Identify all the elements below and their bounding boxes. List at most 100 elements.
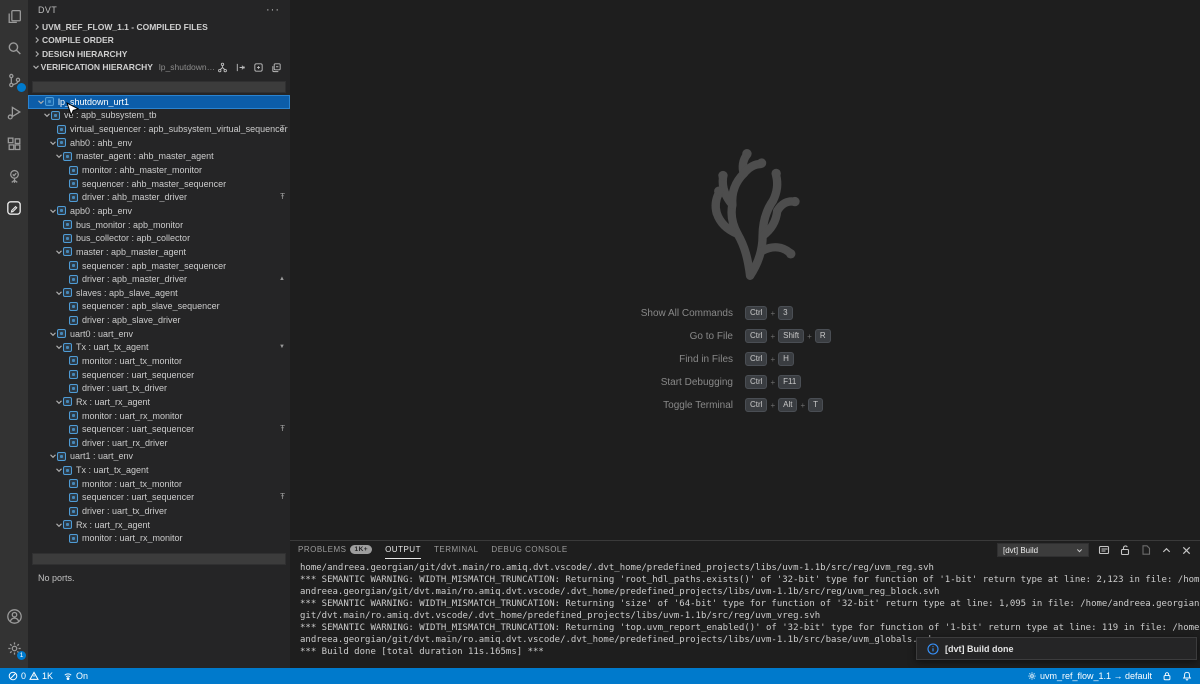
tree-item[interactable]: bus_collector : apb_collector bbox=[28, 231, 290, 245]
key-chip: Ctrl bbox=[745, 375, 767, 389]
tree-item-label: ahb0 : ahb_env bbox=[70, 138, 132, 148]
tree-item[interactable]: Tx : uart_tx_agent▼ bbox=[28, 341, 290, 355]
remote-status[interactable]: On bbox=[63, 668, 88, 684]
tree-item[interactable]: master : apb_master_agent bbox=[28, 245, 290, 259]
tree-item[interactable]: virtual_sequencer : apb_subsystem_virtua… bbox=[28, 122, 290, 136]
tree-item[interactable]: slaves : apb_slave_agent bbox=[28, 286, 290, 300]
chevron-right-icon bbox=[32, 50, 42, 58]
settings-gear-icon[interactable]: 1 bbox=[0, 632, 28, 664]
panel-tab-output[interactable]: OUTPUT bbox=[385, 541, 421, 559]
lock-status[interactable] bbox=[1162, 671, 1172, 681]
hierarchy-graph-icon[interactable] bbox=[217, 62, 228, 73]
tree-item[interactable]: sequencer : uart_sequencerŦ bbox=[28, 491, 290, 505]
chevron-down-icon[interactable] bbox=[48, 330, 57, 338]
tree-item[interactable]: monitor : uart_rx_monitor bbox=[28, 532, 290, 546]
close-panel-icon[interactable] bbox=[1181, 545, 1192, 556]
chevron-down-icon[interactable] bbox=[54, 398, 63, 406]
section-header-design-hierarchy[interactable]: DESIGN HIERARCHY bbox=[28, 47, 290, 61]
panel-tab-debug-console[interactable]: DEBUG CONSOLE bbox=[491, 541, 567, 559]
tree-item[interactable]: lp_shutdown_urt1 bbox=[28, 95, 290, 109]
tree-item[interactable]: ve : apb_subsystem_tb bbox=[28, 109, 290, 123]
tree-item[interactable]: Tx : uart_tx_agent bbox=[28, 463, 290, 477]
notifications-status[interactable] bbox=[1182, 671, 1192, 681]
chevron-down-icon[interactable] bbox=[54, 289, 63, 297]
tree-item[interactable]: sequencer : ahb_master_sequencer bbox=[28, 177, 290, 191]
section-header-verification-hierarchy[interactable]: VERIFICATION HIERARCHYlp_shutdown_urt1 bbox=[28, 61, 290, 75]
uvm-component-icon bbox=[69, 370, 78, 379]
key-chip: F11 bbox=[778, 375, 801, 389]
dvt-extension-icon[interactable] bbox=[0, 192, 28, 224]
tree-item-label: driver : ahb_master_driver bbox=[82, 192, 187, 202]
source-control-icon[interactable] bbox=[0, 64, 28, 96]
section-header-compile-order[interactable]: COMPILE ORDER bbox=[28, 34, 290, 48]
tree-item[interactable]: driver : apb_master_driver▲ bbox=[28, 272, 290, 286]
chevron-down-icon[interactable] bbox=[54, 248, 63, 256]
tree-item-label: sequencer : ahb_master_sequencer bbox=[82, 179, 226, 189]
tree-item[interactable]: driver : ahb_master_driver Ŧ bbox=[28, 190, 290, 204]
settings-badge: 1 bbox=[17, 651, 26, 660]
tree-item[interactable]: driver : apb_slave_driver bbox=[28, 313, 290, 327]
uvm-component-icon bbox=[57, 206, 66, 215]
open-diagram-icon[interactable] bbox=[253, 62, 264, 73]
collapse-all-icon[interactable] bbox=[271, 62, 282, 73]
tree-item[interactable]: sequencer : uart_sequencerŦ bbox=[28, 422, 290, 436]
dvt-project-status[interactable]: uvm_ref_flow_1.1 → default bbox=[1027, 671, 1152, 681]
testing-icon[interactable] bbox=[0, 160, 28, 192]
tree-item[interactable]: driver : uart_tx_driver bbox=[28, 381, 290, 395]
section-label: DESIGN HIERARCHY bbox=[42, 49, 127, 59]
tree-item[interactable]: driver : uart_rx_driver bbox=[28, 436, 290, 450]
panel-tab-problems[interactable]: PROBLEMS1K+ bbox=[298, 541, 372, 559]
hierarchy-filter-input[interactable] bbox=[32, 81, 286, 93]
chevron-down-icon[interactable] bbox=[42, 111, 51, 119]
tree-item[interactable]: monitor : uart_tx_monitor bbox=[28, 354, 290, 368]
unlock-icon[interactable] bbox=[1119, 544, 1131, 556]
tree-item[interactable]: bus_monitor : apb_monitor bbox=[28, 218, 290, 232]
tree-item[interactable]: monitor : uart_rx_monitor bbox=[28, 409, 290, 423]
panel-tab-terminal[interactable]: TERMINAL bbox=[434, 541, 478, 559]
ports-filter-input[interactable] bbox=[32, 553, 286, 565]
search-icon[interactable] bbox=[0, 32, 28, 64]
uvm-component-icon bbox=[57, 329, 66, 338]
run-debug-icon[interactable] bbox=[0, 96, 28, 128]
tree-item[interactable]: Rx : uart_rx_agent bbox=[28, 518, 290, 532]
chevron-down-icon[interactable] bbox=[54, 152, 63, 160]
chevron-down-icon[interactable] bbox=[54, 343, 63, 351]
tree-item[interactable]: apb0 : apb_env bbox=[28, 204, 290, 218]
tree-item[interactable]: monitor : uart_tx_monitor bbox=[28, 477, 290, 491]
tree-item-label: monitor : uart_rx_monitor bbox=[82, 533, 183, 543]
pin-marker-icon: Ŧ bbox=[280, 193, 285, 201]
explorer-icon[interactable] bbox=[0, 0, 28, 32]
tree-item-label: monitor : uart_tx_monitor bbox=[82, 356, 182, 366]
chevron-down-icon[interactable] bbox=[48, 452, 57, 460]
shortcut-hint: Go to FileCtrl+Shift+R bbox=[290, 329, 1200, 343]
tree-item[interactable]: ahb0 : ahb_env bbox=[28, 136, 290, 150]
maximize-panel-icon[interactable] bbox=[1161, 545, 1172, 556]
tree-item[interactable]: sequencer : uart_sequencer bbox=[28, 368, 290, 382]
tree-item[interactable]: sequencer : apb_slave_sequencer bbox=[28, 300, 290, 314]
chevron-down-icon[interactable] bbox=[48, 139, 57, 147]
chevron-down-icon[interactable] bbox=[54, 521, 63, 529]
problems-status[interactable]: 0 1K bbox=[8, 668, 53, 684]
tree-item[interactable]: Rx : uart_rx_agent bbox=[28, 395, 290, 409]
tree-item[interactable]: uart0 : uart_env bbox=[28, 327, 290, 341]
account-icon[interactable] bbox=[0, 600, 28, 632]
output-channel-select[interactable]: [dvt] Build bbox=[997, 543, 1089, 557]
chevron-down-icon[interactable] bbox=[36, 98, 45, 106]
tree-item[interactable]: master_agent : ahb_master_agent bbox=[28, 150, 290, 164]
tree-item-label: uart0 : uart_env bbox=[70, 329, 133, 339]
section-header-uvm-ref-flow-1-1-compiled-files[interactable]: UVM_REF_FLOW_1.1 - COMPILED FILES bbox=[28, 20, 290, 34]
more-actions-icon[interactable]: ··· bbox=[266, 4, 280, 16]
tree-item[interactable]: uart1 : uart_env bbox=[28, 450, 290, 464]
tree-item[interactable]: driver : uart_tx_driver bbox=[28, 504, 290, 518]
output-line: andreea.georgian/git/dvt.main/ro.amiq.dv… bbox=[300, 586, 1200, 598]
tree-item-label: Rx : uart_rx_agent bbox=[76, 397, 150, 407]
build-done-notification[interactable]: [dvt] Build done bbox=[916, 637, 1197, 660]
tree-item[interactable]: sequencer : apb_master_sequencer bbox=[28, 259, 290, 273]
chevron-down-icon[interactable] bbox=[48, 207, 57, 215]
extensions-icon[interactable] bbox=[0, 128, 28, 160]
tree-item[interactable]: monitor : ahb_master_monitor bbox=[28, 163, 290, 177]
chevron-down-icon[interactable] bbox=[54, 466, 63, 474]
open-log-file-icon[interactable] bbox=[1140, 544, 1152, 556]
expand-ports-icon[interactable] bbox=[235, 62, 246, 73]
clear-output-icon[interactable] bbox=[1098, 544, 1110, 556]
